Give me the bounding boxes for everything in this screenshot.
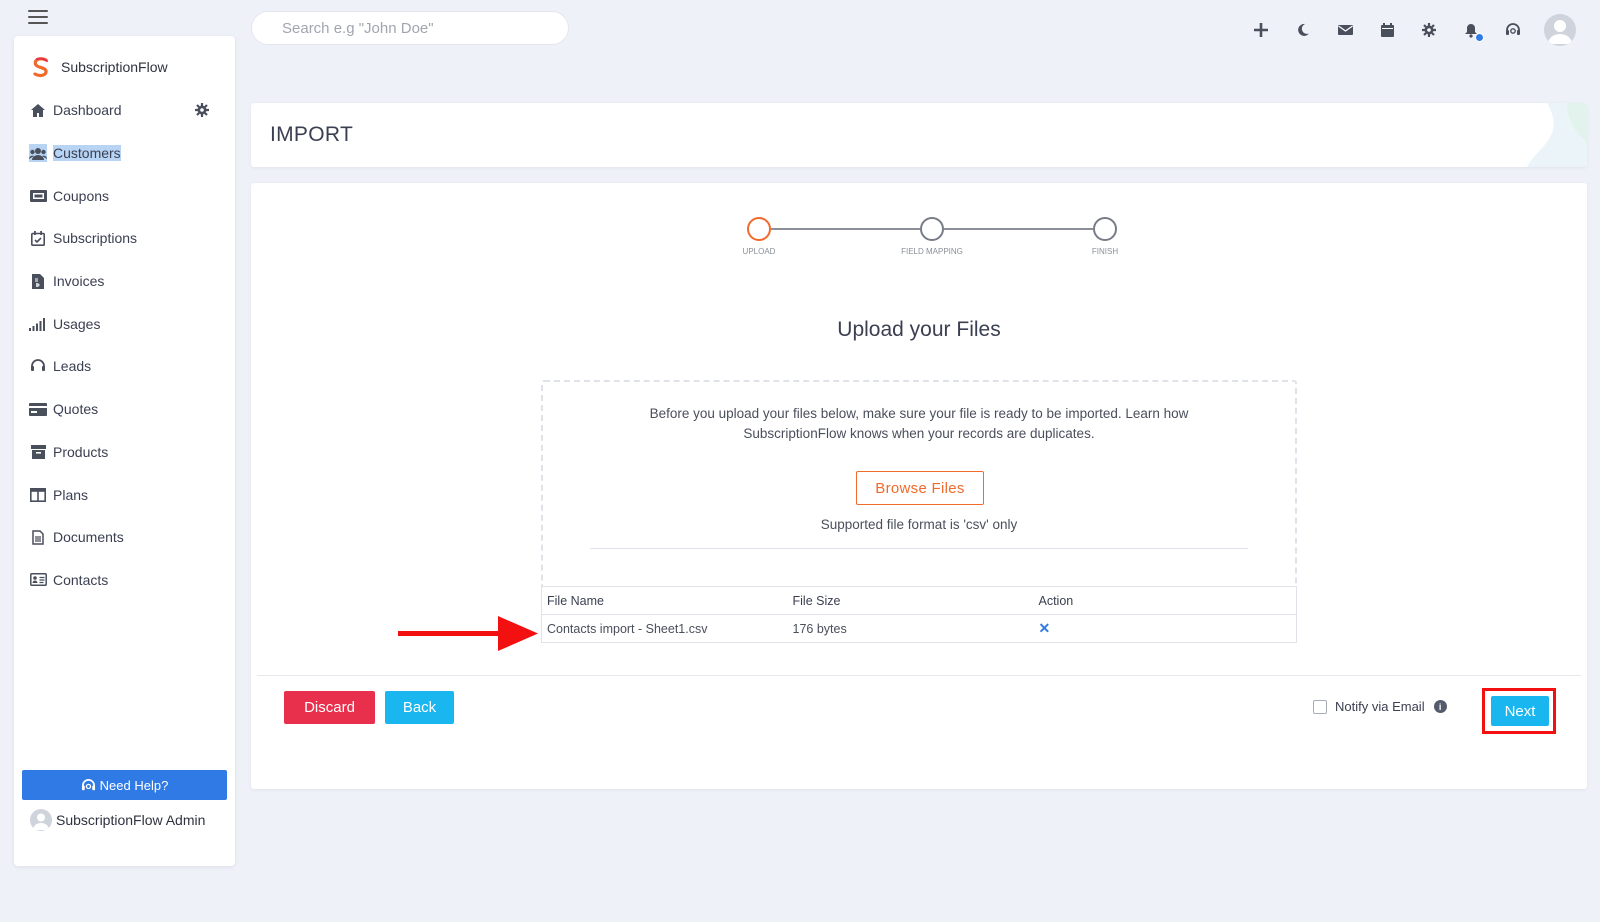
menu-toggle-icon[interactable] xyxy=(28,10,48,24)
user-avatar[interactable] xyxy=(1544,14,1576,46)
step-finish-label: FINISH xyxy=(1091,247,1119,256)
upload-title: Upload your Files xyxy=(837,318,1001,341)
import-stepper: UPLOAD FIELD MAPPING FINISH xyxy=(743,216,1118,266)
gear-icon[interactable] xyxy=(1418,19,1440,41)
page-header: IMPORT xyxy=(251,103,1587,167)
dropzone-divider xyxy=(590,548,1248,549)
home-icon xyxy=(29,101,47,119)
column-header-file-size: File Size xyxy=(787,586,1034,615)
sidebar-item-subscriptions[interactable]: Subscriptions xyxy=(14,217,235,260)
card-icon xyxy=(29,400,47,418)
sidebar-item-contacts[interactable]: Contacts xyxy=(14,559,235,602)
document-icon xyxy=(29,528,47,546)
brand[interactable]: SubscriptionFlow xyxy=(30,56,168,78)
file-size-cell: 176 bytes xyxy=(792,621,847,636)
sidebar-item-label: Documents xyxy=(53,529,124,546)
admin-avatar xyxy=(30,809,52,831)
notify-via-email: Notify via Email i xyxy=(1313,699,1447,714)
sidebar-item-label: Subscriptions xyxy=(53,230,138,247)
stepper-line xyxy=(944,228,1093,230)
notify-email-checkbox[interactable] xyxy=(1313,699,1327,714)
moon-icon[interactable] xyxy=(1292,19,1314,41)
sidebar-item-dashboard[interactable]: Dashboard xyxy=(14,89,235,132)
sidebar-item-label: Quotes xyxy=(53,401,99,418)
signal-icon xyxy=(29,315,47,333)
info-icon[interactable]: i xyxy=(1433,700,1447,713)
need-help-button[interactable]: Need Help? xyxy=(22,770,227,800)
admin-profile[interactable]: SubscriptionFlow Admin xyxy=(30,809,205,831)
step-field-mapping-label: FIELD MAPPING xyxy=(901,247,963,256)
page-title: IMPORT xyxy=(270,123,354,146)
search-input[interactable] xyxy=(282,19,538,37)
need-help-label: Need Help? xyxy=(99,777,169,793)
ticket-icon xyxy=(29,187,47,205)
sidebar-item-label: Plans xyxy=(53,486,89,503)
sidebar-item-label: Products xyxy=(53,443,109,460)
file-dropzone[interactable]: Before you upload your files below, make… xyxy=(541,380,1297,586)
header-decoration xyxy=(1527,103,1587,167)
uploaded-files-table: File Name File Size Action Contacts impo… xyxy=(541,586,1297,643)
browse-files-button[interactable]: Browse Files xyxy=(856,471,984,505)
discard-button[interactable]: Discard xyxy=(284,691,375,724)
annotation-arrow xyxy=(398,616,538,651)
file-name-cell: Contacts import - Sheet1.csv xyxy=(547,621,708,636)
admin-name: SubscriptionFlow Admin xyxy=(56,812,206,828)
step-upload-circle xyxy=(747,217,771,241)
sidebar-item-label: Usages xyxy=(53,315,101,332)
invoice-icon xyxy=(29,272,47,290)
remove-file-icon[interactable]: ✕ xyxy=(1039,620,1051,636)
back-button[interactable]: Back xyxy=(385,691,454,724)
search-bar[interactable] xyxy=(251,11,569,45)
sidebar-item-label: Dashboard xyxy=(53,102,122,119)
headset-icon[interactable] xyxy=(1502,19,1524,41)
sidebar-item-leads[interactable]: Leads xyxy=(14,345,235,388)
import-card: UPLOAD FIELD MAPPING FINISH Upload your … xyxy=(251,183,1587,789)
sidebar-item-documents[interactable]: Documents xyxy=(14,516,235,559)
notification-dot xyxy=(1475,33,1484,42)
sidebar-item-plans[interactable]: Plans xyxy=(14,473,235,516)
plus-icon[interactable] xyxy=(1250,19,1272,41)
box-icon xyxy=(29,443,47,461)
column-header-action: Action xyxy=(1033,586,1297,615)
sidebar-item-products[interactable]: Products xyxy=(14,431,235,474)
sidebar-item-coupons[interactable]: Coupons xyxy=(14,174,235,217)
stepper-line xyxy=(771,228,920,230)
next-button-highlight: Next xyxy=(1482,688,1556,734)
table-row: Contacts import - Sheet1.csv 176 bytes ✕ xyxy=(542,615,1297,643)
sidebar-item-label: Contacts xyxy=(53,571,109,588)
bell-icon[interactable] xyxy=(1460,19,1484,42)
supported-format-text: Supported file format is 'csv' only xyxy=(820,517,1018,532)
columns-icon xyxy=(29,486,47,504)
brand-name: SubscriptionFlow xyxy=(61,59,168,75)
calendar-check-icon xyxy=(29,229,47,247)
next-button[interactable]: Next xyxy=(1491,696,1549,726)
sidebar-item-label: Invoices xyxy=(53,273,105,290)
contact-card-icon xyxy=(29,571,47,589)
dashboard-settings-icon[interactable] xyxy=(195,103,209,117)
headset-icon xyxy=(81,778,95,790)
upload-instructions: Before you upload your files below, make… xyxy=(649,406,1189,441)
mail-icon[interactable] xyxy=(1334,19,1356,41)
sidebar-item-label: Coupons xyxy=(53,187,110,204)
sidebar-item-customers[interactable]: Customers xyxy=(14,132,235,175)
users-icon xyxy=(29,144,47,163)
step-upload-label: UPLOAD xyxy=(742,247,776,256)
sidebar: SubscriptionFlow Dashboard Customers Cou… xyxy=(14,36,235,866)
sidebar-item-invoices[interactable]: Invoices xyxy=(14,260,235,303)
column-header-file-name: File Name xyxy=(541,586,788,615)
topbar-actions xyxy=(1230,14,1576,46)
calendar-icon[interactable] xyxy=(1376,19,1398,41)
sidebar-item-quotes[interactable]: Quotes xyxy=(14,388,235,431)
subscriptionflow-logo-icon xyxy=(33,57,48,78)
footer-divider xyxy=(257,675,1581,676)
sidebar-item-usages[interactable]: Usages xyxy=(14,302,235,345)
sidebar-nav: Dashboard Customers Coupons Subscription… xyxy=(14,89,235,601)
sidebar-item-label: Customers xyxy=(53,145,121,162)
table-header-row: File Name File Size Action xyxy=(541,586,1297,615)
step-finish-circle xyxy=(1093,217,1117,241)
sidebar-item-label: Leads xyxy=(53,358,92,375)
notify-email-label: Notify via Email xyxy=(1335,699,1425,714)
headset-icon xyxy=(29,357,47,375)
step-field-mapping-circle xyxy=(920,217,944,241)
